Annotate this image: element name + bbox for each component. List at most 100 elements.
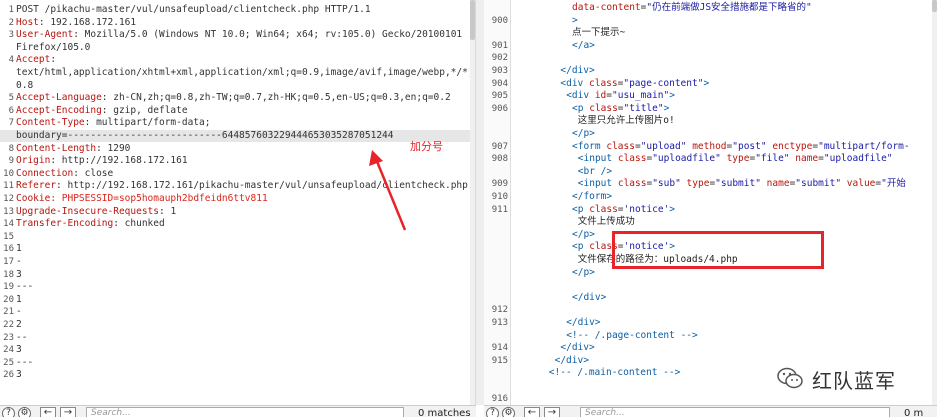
request-line[interactable]: 24 3 <box>0 344 475 356</box>
response-line[interactable]: 912 <box>484 304 937 316</box>
response-scrollbar-thumb[interactable] <box>932 0 937 12</box>
request-line[interactable]: 25 --- <box>0 357 475 369</box>
line-number: 5 <box>8 93 14 104</box>
request-line[interactable]: 21- <box>0 306 475 318</box>
line-number: 914 <box>491 343 508 354</box>
request-line[interactable]: 2 Host: 192.168.172.161 <box>0 17 475 29</box>
request-line[interactable]: 13 Upgrade-Insecure-Requests: 1 <box>0 206 475 218</box>
response-line[interactable]: 906 <p class="title"> <box>484 103 937 115</box>
response-line[interactable]: 904 <div class="page-content"> <box>484 78 937 90</box>
pane-splitter[interactable] <box>476 0 484 405</box>
response-line[interactable]: <br /> <box>484 166 937 178</box>
request-line[interactable]: 16 1 <box>0 243 475 255</box>
response-line[interactable]: 910 </form> <box>484 191 937 203</box>
response-line[interactable]: 907 <form class="upload" method="post" en… <box>484 141 937 153</box>
header-name: Accept <box>16 54 51 66</box>
request-line[interactable]: text/html,application/xhtml+xml,applicat… <box>0 67 475 79</box>
prev-match-button[interactable]: ← <box>524 407 540 417</box>
header-value: : chunked <box>113 218 165 230</box>
next-match-button[interactable]: → <box>60 407 76 417</box>
help-icon[interactable]: ? <box>486 407 499 417</box>
request-line[interactable]: 10 Connection: close <box>0 168 475 180</box>
response-line-text: 文件上传成功 <box>577 216 635 228</box>
response-line[interactable]: 点一下提示~ <box>484 27 937 39</box>
response-line[interactable] <box>484 279 937 291</box>
response-line-text: <div id="usu_main"> <box>566 90 675 102</box>
prev-match-button[interactable]: ← <box>40 407 56 417</box>
request-scrollbar-thumb[interactable] <box>470 0 475 40</box>
line-number: 25 <box>3 357 14 368</box>
response-line-text: </div> <box>554 354 589 366</box>
response-line-text: </p> <box>572 228 595 240</box>
response-line[interactable]: 905 <div id="usu_main"> <box>484 90 937 102</box>
request-line-text: Accept-Encoding: gzip, deflate <box>16 105 188 117</box>
request-line-text: Accept: <box>16 54 56 66</box>
request-line[interactable]: 4 Accept: <box>0 54 475 66</box>
request-line-text: 3 <box>16 268 22 280</box>
response-line[interactable]: 913 </div> <box>484 317 937 329</box>
request-line[interactable]: 3 User-Agent: Mozilla/5.0 (Windows NT 10.… <box>0 29 475 41</box>
response-line[interactable]: data-content="仍在前端做JS安全措施都是下略省的" <box>484 2 937 14</box>
response-scrollbar[interactable] <box>932 0 937 405</box>
request-line[interactable]: 14 Transfer-Encoding: chunked <box>0 218 475 230</box>
response-line[interactable]: 908 <input class="uploadfile" type="file"… <box>484 153 937 165</box>
request-line[interactable]: 11 Referer: http://192.168.172.161/pikach… <box>0 180 475 192</box>
response-line[interactable]: </div> <box>484 292 937 304</box>
request-line[interactable]: 7 Content-Type: multipart/form-data; <box>0 117 475 129</box>
response-editor[interactable]: data-content="仍在前端做JS安全措施都是下略省的" 900 > 点一下提… <box>484 0 937 405</box>
request-line-text: 2 <box>16 319 22 330</box>
request-line[interactable]: 12 Cookie: PHPSESSID=sop5homauph2bdfeidn6… <box>0 193 475 205</box>
line-number: 904 <box>491 78 508 89</box>
gear-icon[interactable]: ⚙ <box>18 407 31 417</box>
response-line[interactable]: 909 <input class="sub" type="submit" name… <box>484 178 937 190</box>
request-search-input[interactable]: Search... <box>86 407 404 417</box>
request-line[interactable]: Firefox/105.0 <box>0 42 475 54</box>
response-line-text: <!-- /.main-content --> <box>548 367 681 379</box>
line-number: 7 <box>8 118 14 129</box>
request-line[interactable]: 22 2 <box>0 319 475 331</box>
request-line[interactable]: 18 3 <box>0 269 475 281</box>
response-line[interactable]: 902 <box>484 52 937 64</box>
line-number: 902 <box>491 53 508 64</box>
request-line[interactable]: 20 1 <box>0 294 475 306</box>
next-match-button[interactable]: → <box>544 407 560 417</box>
header-name: Content-Length <box>16 142 97 154</box>
request-line[interactable]: 8 Content-Length: 1290 <box>0 143 475 155</box>
request-line[interactable]: boundary=---------------------------6448… <box>0 130 475 142</box>
request-scrollbar[interactable] <box>470 0 475 405</box>
response-line[interactable]: 911 <p class='notice'> <box>484 204 937 216</box>
request-editor[interactable]: 1 POST /pikachu-master/vul/unsafeupload/c… <box>0 0 476 405</box>
response-line[interactable]: <!-- /.page-content --> <box>484 330 937 342</box>
request-line[interactable]: 9 Origin: http://192.168.172.161 <box>0 155 475 167</box>
annotation-label: 加分号 <box>410 140 443 153</box>
request-line[interactable]: 19 --- <box>0 281 475 293</box>
line-number: 901 <box>491 40 508 51</box>
response-line-text: </div> <box>560 342 595 354</box>
response-line[interactable]: 这里只允许上传图片o! <box>484 115 937 127</box>
line-number: 19 <box>3 282 14 293</box>
request-line-text: Content-Type: multipart/form-data; <box>16 117 210 129</box>
request-line[interactable]: 1 POST /pikachu-master/vul/unsafeupload/c… <box>0 4 475 16</box>
request-line[interactable]: 23 -- <box>0 332 475 344</box>
response-line[interactable]: 900 > <box>484 15 937 27</box>
request-line[interactable]: 0.8 <box>0 80 475 92</box>
help-icon[interactable]: ? <box>2 407 15 417</box>
line-number: 916 <box>491 393 508 404</box>
response-search-bar: ? ⚙ ← → Search... 0 m <box>484 405 937 417</box>
response-line-text: 这里只允许上传图片o! <box>577 115 675 127</box>
response-line[interactable]: </p> <box>484 128 937 140</box>
response-line[interactable]: 914 </div> <box>484 342 937 354</box>
request-line[interactable]: 17- <box>0 256 475 268</box>
request-line-text: Referer: http://192.168.172.161/pikachu-… <box>16 180 468 192</box>
response-line[interactable]: 文件上传成功 <box>484 216 937 228</box>
request-line[interactable]: 5 Accept-Language: zh-CN,zh;q=0.8,zh-TW;q… <box>0 92 475 104</box>
request-line[interactable]: 6 Accept-Encoding: gzip, deflate <box>0 105 475 117</box>
response-line[interactable]: 916 <box>484 393 937 405</box>
request-line-text: boundary=---------------------------6448… <box>16 130 394 141</box>
response-search-input[interactable]: Search... <box>580 407 890 417</box>
gear-icon[interactable]: ⚙ <box>502 407 515 417</box>
request-line[interactable]: 15 <box>0 231 475 243</box>
response-line[interactable]: 901 </a> <box>484 40 937 52</box>
request-line[interactable]: 26 3 <box>0 369 475 381</box>
response-line[interactable]: 903 </div> <box>484 65 937 77</box>
